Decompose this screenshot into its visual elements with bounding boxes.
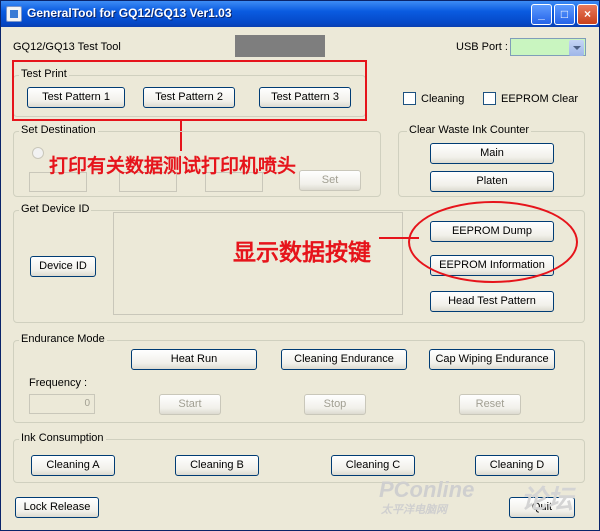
start-button[interactable]: Start: [159, 394, 221, 415]
cleaning-b-button[interactable]: Cleaning B: [175, 455, 259, 476]
watermark-brand: PConline: [379, 477, 475, 502]
lock-release-button[interactable]: Lock Release: [15, 497, 99, 518]
waste-ink-label: Clear Waste Ink Counter: [407, 124, 532, 136]
eeprom-clear-label: EEPROM Clear: [501, 93, 579, 105]
minimize-button[interactable]: _: [531, 4, 552, 25]
watermark-forum: 论坛: [521, 484, 574, 514]
app-icon: [6, 6, 22, 22]
endurance-label: Endurance Mode: [19, 333, 107, 345]
maximize-button[interactable]: □: [554, 4, 575, 25]
print-annotation: 打印有关数据测试打印机喷头: [49, 155, 297, 177]
cleaning-checkbox[interactable]: [403, 92, 416, 105]
annotation-arrow: [379, 237, 419, 239]
device-id-button[interactable]: Device ID: [30, 256, 96, 277]
reset-button[interactable]: Reset: [459, 394, 521, 415]
set-button[interactable]: Set: [299, 170, 361, 191]
destination-radio[interactable]: [32, 147, 44, 159]
watermark-sub: 太平洋电脑网: [381, 504, 447, 516]
head-test-pattern-button[interactable]: Head Test Pattern: [430, 291, 554, 312]
data-annotation: 显示数据按键: [233, 239, 371, 266]
eeprom-clear-checkbox[interactable]: [483, 92, 496, 105]
chevron-down-icon[interactable]: [569, 40, 584, 56]
cap-wiping-endurance-button[interactable]: Cap Wiping Endurance: [429, 349, 555, 370]
cleaning-label: Cleaning: [421, 93, 465, 105]
stop-button[interactable]: Stop: [304, 394, 366, 415]
status-display: [235, 35, 325, 57]
tool-label: GQ12/GQ13 Test Tool: [13, 41, 121, 53]
window-title: GeneralTool for GQ12/GQ13 Ver1.03: [27, 6, 232, 20]
ink-consumption-label: Ink Consumption: [19, 432, 106, 444]
main-button[interactable]: Main: [430, 143, 554, 164]
platen-button[interactable]: Platen: [430, 171, 554, 192]
cleaning-endurance-button[interactable]: Cleaning Endurance: [281, 349, 407, 370]
annotation-ellipse: [408, 201, 578, 283]
usb-port-label: USB Port :: [456, 41, 508, 53]
frequency-label: Frequency :: [29, 377, 88, 389]
cleaning-a-button[interactable]: Cleaning A: [31, 455, 115, 476]
usb-port-select[interactable]: [510, 38, 586, 56]
annotation-highlight-box: [12, 60, 367, 121]
cleaning-d-button[interactable]: Cleaning D: [475, 455, 559, 476]
title-bar[interactable]: GeneralTool for GQ12/GQ13 Ver1.03 _ □ ×: [1, 1, 599, 27]
cleaning-c-button[interactable]: Cleaning C: [331, 455, 415, 476]
device-id-label: Get Device ID: [19, 203, 92, 215]
set-destination-label: Set Destination: [19, 124, 98, 136]
main-window: GeneralTool for GQ12/GQ13 Ver1.03 _ □ × …: [0, 0, 600, 531]
close-button[interactable]: ×: [577, 4, 598, 25]
heat-run-button[interactable]: Heat Run: [131, 349, 257, 370]
frequency-input[interactable]: 0: [29, 394, 95, 414]
